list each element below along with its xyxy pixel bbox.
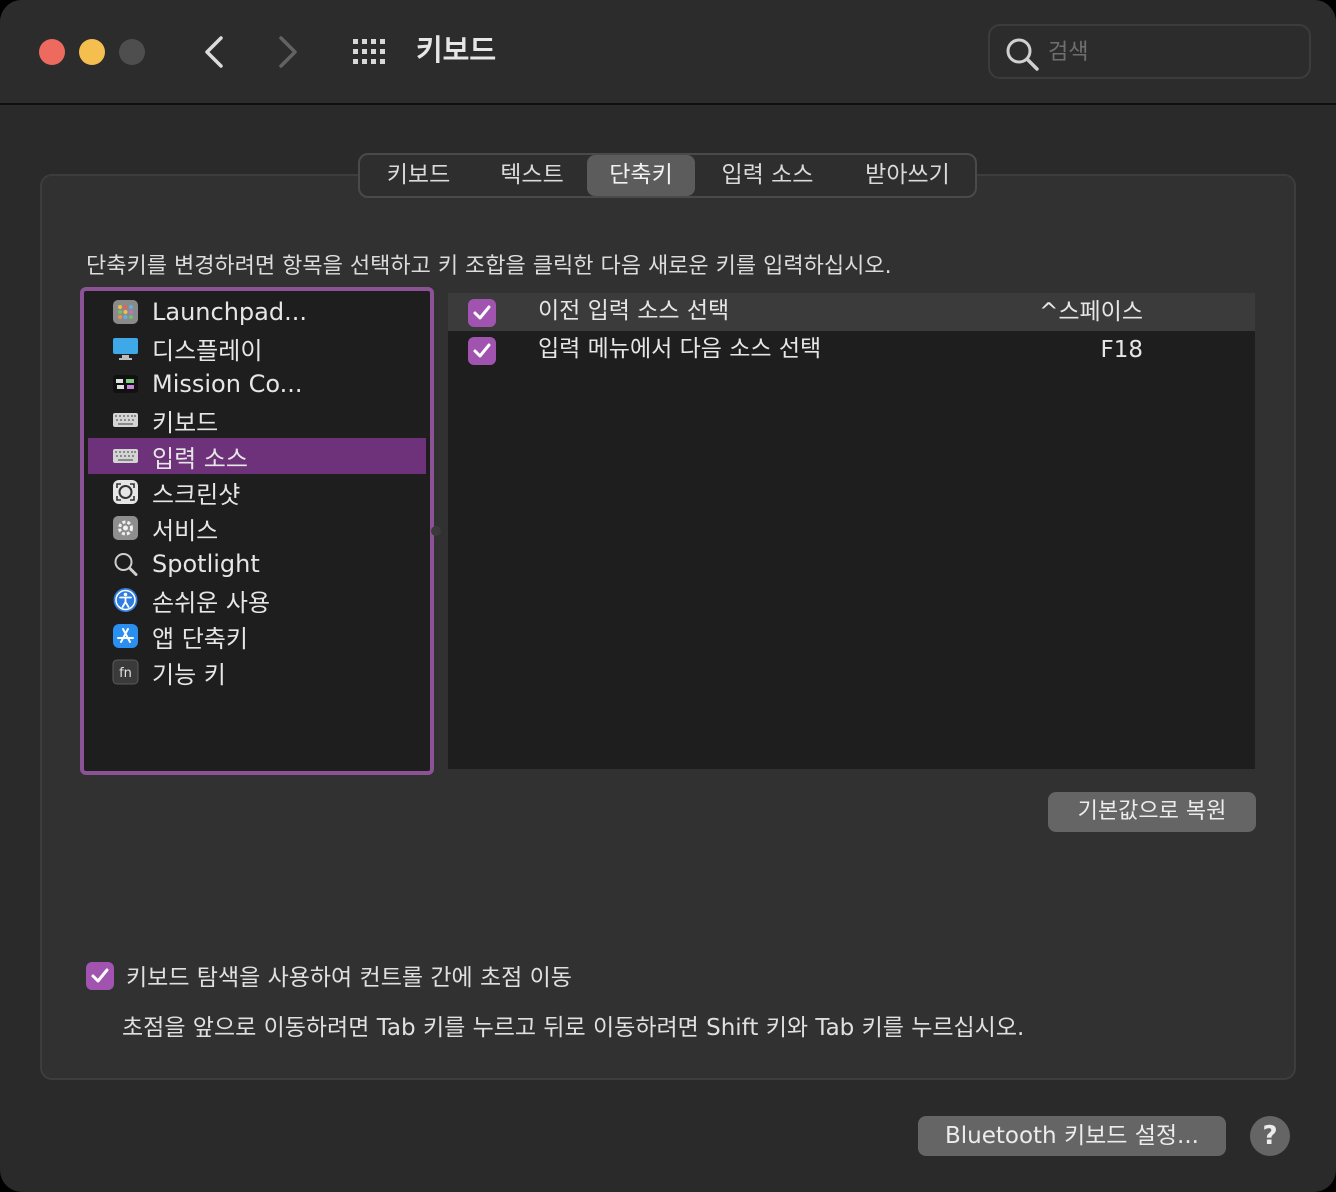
- shortcut-label: 이전 입력 소스 선택: [538, 298, 730, 324]
- fn-key-icon: fn: [112, 659, 139, 685]
- checkmark-icon: [473, 343, 491, 358]
- show-all-button[interactable]: [351, 37, 389, 67]
- screenshot-icon: [112, 479, 139, 505]
- shortcut-label: 입력 메뉴에서 다음 소스 선택: [538, 336, 822, 362]
- display-icon: [112, 335, 139, 361]
- svg-text:fn: fn: [119, 666, 132, 681]
- tab-input-sources[interactable]: 입력 소스: [695, 155, 840, 196]
- category-item-services[interactable]: 서비스: [88, 510, 426, 546]
- grid-icon: [353, 39, 385, 64]
- shortcut-enabled-checkbox[interactable]: [468, 299, 496, 327]
- shortcut-row[interactable]: 이전 입력 소스 선택 ^스페이스: [448, 293, 1255, 331]
- shortcut-enabled-checkbox[interactable]: [468, 337, 496, 365]
- title-bar: 키보드: [0, 0, 1336, 105]
- accessibility-icon: [112, 587, 139, 613]
- instructions-text: 단축키를 변경하려면 항목을 선택하고 키 조합을 클릭한 다음 새로운 키를 …: [86, 254, 892, 279]
- category-label: 기능 키: [152, 660, 226, 689]
- window-title: 키보드: [416, 33, 497, 67]
- restore-defaults-button[interactable]: 기본값으로 복원: [1048, 792, 1256, 832]
- back-button[interactable]: [195, 32, 235, 72]
- help-button[interactable]: ?: [1250, 1116, 1290, 1156]
- keyboard-navigation-checkbox[interactable]: [86, 962, 114, 990]
- app-store-icon: [112, 623, 139, 649]
- category-label: Mission Co...: [152, 370, 303, 398]
- chevron-left-icon: [205, 36, 223, 68]
- category-label: 앱 단축키: [152, 624, 248, 653]
- shortcut-key[interactable]: ^스페이스: [1039, 293, 1143, 331]
- category-item-keyboard[interactable]: 키보드: [88, 402, 426, 438]
- shortcut-row[interactable]: 입력 메뉴에서 다음 소스 선택 F18: [448, 331, 1255, 369]
- category-item-display[interactable]: 디스플레이: [88, 330, 426, 366]
- chevron-right-icon: [279, 36, 297, 68]
- split-view-handle[interactable]: [431, 526, 441, 536]
- tab-text[interactable]: 텍스트: [477, 155, 587, 196]
- category-label: 키보드: [152, 408, 219, 437]
- keyboard-icon: [112, 407, 139, 433]
- category-label: 디스플레이: [152, 336, 263, 365]
- category-item-accessibility[interactable]: 손쉬운 사용: [88, 582, 426, 618]
- category-item-screenshot[interactable]: 스크린샷: [88, 474, 426, 510]
- tab-dictation[interactable]: 받아쓰기: [840, 155, 975, 196]
- search-field[interactable]: [988, 24, 1311, 79]
- category-list[interactable]: Launchpad... 디스플레이 Mission Co... 키보드 입력 …: [80, 287, 434, 775]
- search-icon: [1006, 38, 1039, 71]
- search-input[interactable]: [1048, 34, 1298, 70]
- shortcut-key[interactable]: F18: [1101, 331, 1144, 369]
- launchpad-icon: [112, 299, 139, 325]
- mission-control-icon: [112, 371, 139, 397]
- forward-button[interactable]: [267, 32, 307, 72]
- keyboard-icon: [112, 443, 139, 469]
- zoom-window-button[interactable]: [119, 39, 145, 65]
- category-label: 서비스: [152, 516, 219, 545]
- close-window-button[interactable]: [39, 39, 65, 65]
- category-item-function-keys[interactable]: fn 기능 키: [88, 654, 426, 690]
- category-label: Spotlight: [152, 550, 260, 578]
- category-item-spotlight[interactable]: Spotlight: [88, 546, 426, 582]
- tab-shortcuts[interactable]: 단축키: [587, 155, 695, 196]
- minimize-window-button[interactable]: [79, 39, 105, 65]
- magnifier-icon: [112, 551, 139, 577]
- checkmark-icon: [473, 305, 491, 320]
- gear-icon: [112, 515, 139, 541]
- category-label: 스크린샷: [152, 480, 241, 509]
- tab-keyboard[interactable]: 키보드: [360, 155, 477, 196]
- preferences-window: 키보드 키보드 텍스트 단축키 입력 소스 받아쓰기 단축키를 변경하려면 항목…: [0, 0, 1336, 1192]
- checkmark-icon: [91, 968, 109, 983]
- keyboard-navigation-label[interactable]: 키보드 탐색을 사용하여 컨트롤 간에 초점 이동: [126, 958, 572, 992]
- category-item-launchpad[interactable]: Launchpad...: [88, 294, 426, 330]
- category-label: 손쉬운 사용: [152, 588, 271, 617]
- shortcut-table[interactable]: 이전 입력 소스 선택 ^스페이스 입력 메뉴에서 다음 소스 선택 F18: [448, 293, 1255, 769]
- category-item-input-sources[interactable]: 입력 소스: [88, 438, 426, 474]
- category-label: 입력 소스: [152, 444, 248, 473]
- category-item-app-shortcuts[interactable]: 앱 단축키: [88, 618, 426, 654]
- bluetooth-keyboard-setup-button[interactable]: Bluetooth 키보드 설정...: [918, 1116, 1226, 1156]
- tab-bar: 키보드 텍스트 단축키 입력 소스 받아쓰기: [358, 153, 977, 198]
- category-label: Launchpad...: [152, 298, 307, 326]
- category-item-mission-control[interactable]: Mission Co...: [88, 366, 426, 402]
- keyboard-navigation-hint: 초점을 앞으로 이동하려면 Tab 키를 누르고 뒤로 이동하려면 Shift …: [122, 1015, 1025, 1041]
